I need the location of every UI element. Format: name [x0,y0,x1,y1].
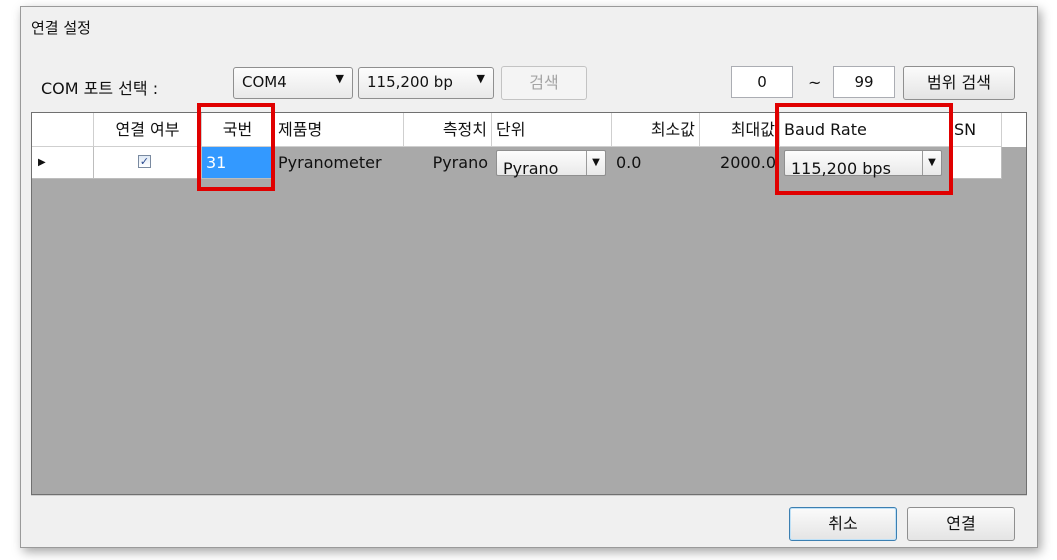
connected-cell[interactable]: ✓ [94,147,202,179]
current-row-arrow-icon: ▶ [38,157,46,168]
unit-cell[interactable]: Pyrano ▼ [492,147,612,179]
station-cell[interactable]: 31 [202,147,274,179]
com-port-value: COM4 [242,73,287,91]
unit-select[interactable]: Pyrano ▼ [496,150,606,178]
connected-checkbox[interactable]: ✓ [138,155,151,168]
connection-settings-dialog: 연결 설정 COM 포트 선택 : COM4 ▼ 115,200 bp ▼ 검색… [20,6,1038,548]
measurement-cell[interactable]: Pyrano [404,147,492,179]
sn-cell[interactable] [950,147,1002,179]
chevron-down-icon: ▼ [335,72,344,85]
col-min[interactable]: 최소값 [612,113,700,147]
range-from-input[interactable]: 0 [731,66,793,98]
col-baud-rate[interactable]: Baud Rate [780,113,950,147]
baud-cell[interactable]: 115,200 bps ▼ [780,147,950,179]
row-indicator[interactable]: ▶ [32,147,94,179]
com-port-label: COM 포트 선택 : [41,79,159,98]
device-table: 연결 여부 국번 제품명 측정치 단위 최소값 최대값 Baud Rate SN… [31,112,1027,495]
cancel-button[interactable]: 취소 [789,507,897,541]
product-cell[interactable]: Pyranometer [274,147,404,179]
col-max[interactable]: 최대값 [700,113,780,147]
table-header: 연결 여부 국번 제품명 측정치 단위 최소값 최대값 Baud Rate SN [32,113,1026,147]
range-separator: ~ [808,73,822,92]
chevron-down-icon: ▼ [922,151,941,175]
max-cell[interactable]: 2000.0 [700,147,780,179]
search-button[interactable]: 검색 [501,66,587,100]
com-port-select[interactable]: COM4 ▼ [233,67,353,99]
table-row[interactable]: ▶ ✓ 31 Pyranometer Pyrano Pyrano ▼ 0.0 2… [32,147,1026,179]
baud-rate-value: 115,200 bp [367,73,453,91]
col-unit[interactable]: 단위 [492,113,612,147]
col-product[interactable]: 제품명 [274,113,404,147]
chevron-down-icon: ▼ [586,151,605,175]
min-cell[interactable]: 0.0 [612,147,700,179]
row-baud-select[interactable]: 115,200 bps ▼ [784,150,942,178]
row-baud-value: 115,200 bps [791,159,891,178]
footer-divider [31,495,1027,496]
chevron-down-icon: ▼ [476,72,485,85]
connect-button[interactable]: 연결 [907,507,1015,541]
dialog-title: 연결 설정 [31,19,91,37]
range-to-input[interactable]: 99 [833,66,895,98]
col-connected[interactable]: 연결 여부 [94,113,202,147]
baud-rate-select[interactable]: 115,200 bp ▼ [358,67,494,99]
col-sn[interactable]: SN [950,113,1002,147]
range-search-button[interactable]: 범위 검색 [903,66,1015,100]
col-measurement[interactable]: 측정치 [404,113,492,147]
unit-value: Pyrano [503,159,559,178]
row-header-corner [32,113,94,147]
col-station[interactable]: 국번 [202,113,274,147]
